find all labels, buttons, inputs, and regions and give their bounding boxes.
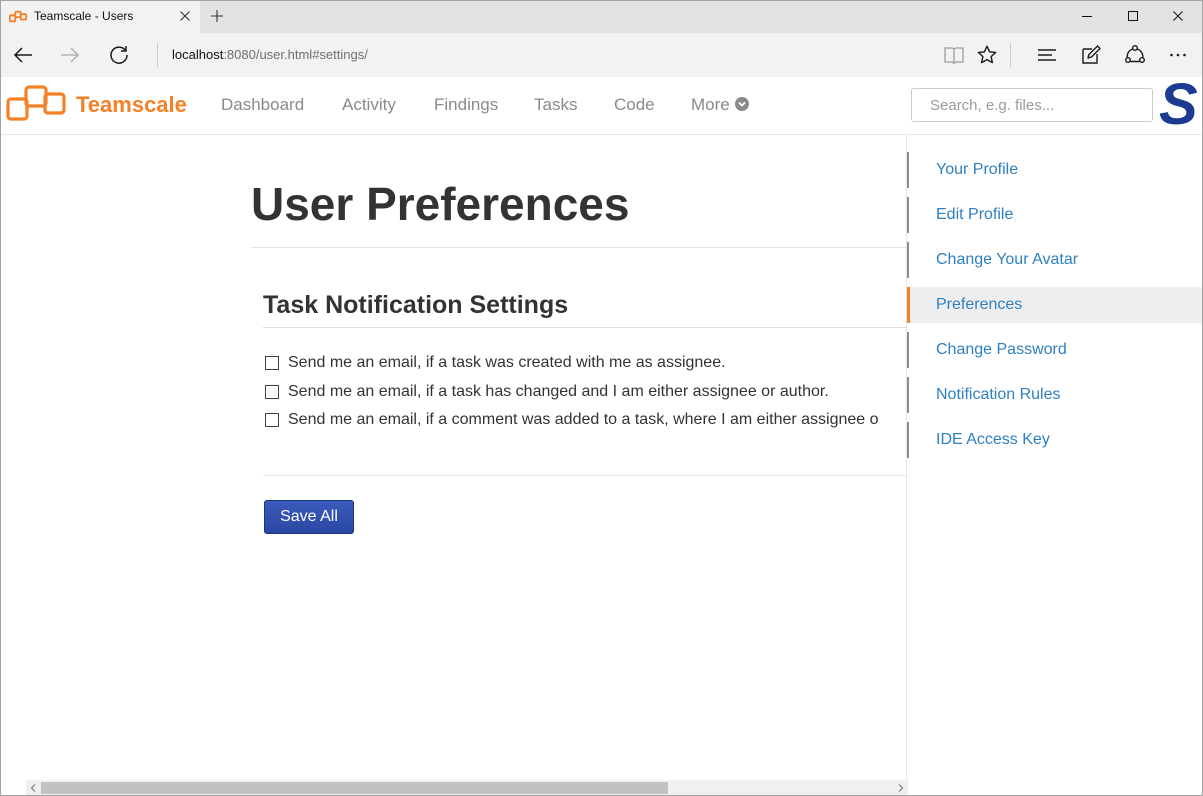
horizontal-scrollbar[interactable] — [26, 780, 908, 796]
notification-options: Send me an email, if a task was created … — [263, 349, 879, 435]
active-tab[interactable]: Teamscale - Users — [0, 0, 200, 33]
address-field[interactable]: localhost:8080/user.html#settings/ — [172, 33, 368, 77]
scroll-track[interactable] — [41, 780, 893, 796]
close-icon[interactable] — [180, 11, 190, 21]
save-all-button[interactable]: Save All — [264, 500, 354, 534]
nav-activity[interactable]: Activity — [342, 77, 396, 133]
profile-sidebar: Your Profile Edit Profile Change Your Av… — [906, 135, 1203, 796]
address-host: localhost — [172, 47, 224, 62]
nav-dashboard[interactable]: Dashboard — [221, 77, 304, 133]
more-dots-icon[interactable] — [1167, 44, 1189, 66]
logo-text[interactable]: Teamscale — [76, 77, 187, 133]
option-row[interactable]: Send me an email, if a task was created … — [263, 349, 879, 378]
section-divider — [263, 327, 906, 328]
sidebar-item-ide-access-key[interactable]: IDE Access Key — [907, 422, 1203, 458]
toolbar-divider — [1010, 43, 1011, 67]
maximize-icon — [1128, 11, 1138, 21]
tab-title: Teamscale - Users — [34, 9, 134, 23]
share-icon[interactable] — [1124, 44, 1146, 66]
option-checkbox[interactable] — [265, 356, 279, 371]
scroll-thumb[interactable] — [41, 782, 668, 794]
option-label[interactable]: Send me an email, if a comment was added… — [288, 411, 879, 429]
address-path: :8080/user.html#settings/ — [223, 47, 368, 62]
reading-view-icon[interactable] — [943, 44, 965, 66]
teamscale-logo-icon[interactable] — [6, 85, 66, 121]
address-toolbar: localhost:8080/user.html#settings/ — [0, 33, 1203, 77]
window-close-button[interactable] — [1155, 0, 1201, 33]
search-input[interactable] — [911, 88, 1153, 122]
minimize-icon — [1082, 16, 1092, 17]
refresh-icon[interactable] — [108, 44, 130, 66]
hub-icon[interactable] — [1036, 44, 1058, 66]
sidebar-item-notification-rules[interactable]: Notification Rules — [907, 377, 1203, 413]
tab-strip: Teamscale - Users — [0, 0, 1203, 33]
toolbar-divider — [157, 43, 158, 67]
web-page: Teamscale Dashboard Activity Findings Ta… — [0, 72, 1203, 796]
form-divider — [263, 475, 906, 476]
scroll-left-icon[interactable] — [26, 780, 41, 796]
maximize-button[interactable] — [1110, 0, 1156, 33]
option-checkbox[interactable] — [265, 413, 279, 428]
forward-arrow-icon[interactable] — [59, 44, 81, 66]
option-checkbox[interactable] — [265, 384, 279, 399]
main-content: User Preferences Task Notification Setti… — [0, 77, 906, 780]
browser-window: Teamscale - Users localhost:8080/user.ht… — [0, 0, 1203, 796]
section-title: Task Notification Settings — [263, 291, 569, 319]
title-divider — [251, 247, 906, 248]
option-row[interactable]: Send me an email, if a comment was added… — [263, 406, 879, 435]
nav-more-label: More — [691, 95, 730, 114]
web-note-icon[interactable] — [1080, 44, 1102, 66]
sidebar-item-edit-profile[interactable]: Edit Profile — [907, 197, 1203, 233]
back-arrow-icon[interactable] — [12, 44, 34, 66]
nav-findings[interactable]: Findings — [434, 77, 498, 133]
option-row[interactable]: Send me an email, if a task has changed … — [263, 378, 879, 407]
sidebar-item-change-avatar[interactable]: Change Your Avatar — [907, 242, 1203, 278]
sidebar-item-preferences[interactable]: Preferences — [907, 287, 1203, 323]
page-title: User Preferences — [251, 178, 630, 230]
plus-icon[interactable] — [211, 10, 223, 22]
option-label[interactable]: Send me an email, if a task has changed … — [288, 383, 829, 401]
option-label[interactable]: Send me an email, if a task was created … — [288, 354, 726, 372]
star-icon[interactable] — [976, 44, 998, 66]
nav-more[interactable]: More — [691, 77, 749, 133]
chevron-circle-down-icon — [734, 97, 749, 111]
app-navbar: Teamscale Dashboard Activity Findings Ta… — [0, 72, 1203, 137]
nav-code[interactable]: Code — [614, 77, 655, 133]
close-icon — [1173, 11, 1183, 21]
brand-logo: S — [1159, 72, 1198, 137]
sidebar-item-change-password[interactable]: Change Password — [907, 332, 1203, 368]
scroll-right-icon[interactable] — [893, 780, 908, 796]
minimize-button[interactable] — [1064, 0, 1110, 33]
sidebar-item-your-profile[interactable]: Your Profile — [907, 152, 1203, 188]
nav-tasks[interactable]: Tasks — [534, 77, 577, 133]
teamscale-favicon-icon — [9, 10, 27, 23]
